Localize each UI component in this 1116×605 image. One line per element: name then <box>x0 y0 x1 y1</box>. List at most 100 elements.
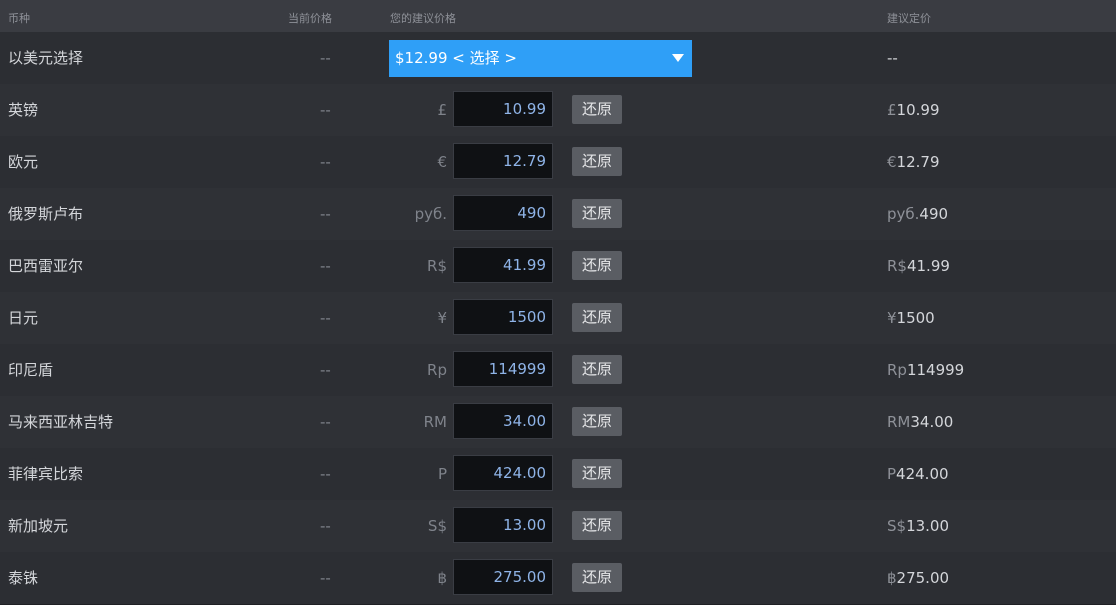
final-currency-symbol: ¥ <box>887 309 897 327</box>
current-price: -- <box>320 101 331 119</box>
final-price: -- <box>887 49 898 67</box>
currency-symbol: € <box>437 153 447 171</box>
reset-button[interactable]: 还原 <box>572 355 622 384</box>
triangle-down-icon <box>672 54 684 62</box>
currency-symbol: ฿ <box>437 569 447 587</box>
currency-name: 新加坡元 <box>8 517 69 535</box>
table-row: 英镑 -- £10.99 还原 £10.99 <box>0 84 1116 137</box>
current-price: -- <box>320 413 331 431</box>
currency-name: 印尼盾 <box>8 361 54 379</box>
final-price: P424.00 <box>887 448 949 500</box>
currency-name: 马来西亚林吉特 <box>8 413 114 431</box>
current-price: -- <box>320 205 331 223</box>
currency-name: 菲律宾比索 <box>8 465 84 483</box>
current-price: -- <box>320 257 331 275</box>
final-price-value: 10.99 <box>896 101 940 119</box>
final-currency-symbol: R$ <box>887 257 907 275</box>
current-price: -- <box>320 309 331 327</box>
current-price: -- <box>320 153 331 171</box>
price-input[interactable]: 1500 <box>453 299 553 335</box>
reset-button[interactable]: 还原 <box>572 563 622 592</box>
table-row: 泰铢 -- ฿ 275.00 还原 ฿275.00 <box>0 552 1116 605</box>
reset-button[interactable]: 还原 <box>572 95 622 124</box>
price-table: 以美元选择 -- $12.99 < 选择 > -- 英镑 -- £10.99 还原 £1… <box>0 32 1116 605</box>
reset-button[interactable]: 还原 <box>572 199 622 228</box>
final-price-value: 34.00 <box>910 413 954 431</box>
price-input[interactable]: 114999 <box>453 351 553 387</box>
usd-price-dropdown[interactable]: $12.99 < 选择 > <box>389 40 692 77</box>
final-price: ¥1500 <box>887 292 935 344</box>
final-price-value: 114999 <box>906 361 965 379</box>
currency-name: 日元 <box>8 309 39 327</box>
final-price-value: 1500 <box>896 309 935 327</box>
final-price: S$13.00 <box>887 500 949 552</box>
currency-symbol: руб. <box>414 205 447 223</box>
table-row: 日元 -- ¥1500 还原 ¥1500 <box>0 292 1116 345</box>
final-currency-symbol: S$ <box>887 517 907 535</box>
reset-button[interactable]: 还原 <box>572 147 622 176</box>
final-price-value: 13.00 <box>906 517 950 535</box>
currency-symbol: ¥ <box>437 309 447 327</box>
final-currency-symbol: € <box>887 153 897 171</box>
price-input[interactable]: 424.00 <box>453 455 553 491</box>
price-input[interactable]: 12.79 <box>453 143 553 179</box>
final-price-value: 490 <box>919 205 949 223</box>
header-your-suggested-price: 您的建议价格 <box>390 12 456 25</box>
usd-row: 以美元选择 -- $12.99 < 选择 > -- <box>0 32 1116 85</box>
final-price-value: 275.00 <box>896 569 950 587</box>
currency-name: 泰铢 <box>8 569 39 587</box>
table-row: 欧元 -- €12.79 还原 €12.79 <box>0 136 1116 189</box>
table-header: 币种 当前价格 您的建议价格 建议定价 <box>0 0 1116 32</box>
table-row: 印尼盾 -- Rp 114999 还原 Rp114999 <box>0 344 1116 397</box>
price-input[interactable]: 275.00 <box>453 559 553 595</box>
price-input[interactable]: 490 <box>453 195 553 231</box>
reset-button[interactable]: 还原 <box>572 511 622 540</box>
table-row: 菲律宾比索 -- P 424.00 还原 P424.00 <box>0 448 1116 501</box>
currency-symbol: R$ <box>427 257 447 275</box>
current-price: -- <box>320 465 331 483</box>
currency-symbol: S$ <box>427 517 447 535</box>
final-price: £10.99 <box>887 84 940 136</box>
final-price: RM34.00 <box>887 396 953 448</box>
current-price: -- <box>320 517 331 535</box>
price-input[interactable]: 10.99 <box>453 91 553 127</box>
final-price: €12.79 <box>887 136 940 188</box>
current-price: -- <box>320 569 331 587</box>
currency-name: 巴西雷亚尔 <box>8 257 84 275</box>
table-row: 马来西亚林吉特 -- RM 34.00 还原 RM34.00 <box>0 396 1116 449</box>
final-currency-symbol: £ <box>887 101 897 119</box>
final-price: ฿275.00 <box>887 552 949 604</box>
header-currency: 币种 <box>8 12 30 25</box>
currency-name: 欧元 <box>8 153 39 171</box>
final-currency-symbol: P <box>887 465 897 483</box>
currency-name: 英镑 <box>8 101 39 119</box>
price-input[interactable]: 13.00 <box>453 507 553 543</box>
dropdown-value: $12.99 < 选择 > <box>395 49 517 67</box>
final-price: R$41.99 <box>887 240 950 292</box>
reset-button[interactable]: 还原 <box>572 459 622 488</box>
current-price: -- <box>320 49 331 67</box>
price-input[interactable]: 41.99 <box>453 247 553 283</box>
reset-button[interactable]: 还原 <box>572 251 622 280</box>
final-price-value: 12.79 <box>896 153 940 171</box>
final-price-value: 41.99 <box>906 257 950 275</box>
reset-button[interactable]: 还原 <box>572 303 622 332</box>
final-currency-symbol: руб. <box>887 205 920 223</box>
table-row: 新加坡元 -- S$ 13.00 还原 S$13.00 <box>0 500 1116 553</box>
final-price-value: 424.00 <box>896 465 949 483</box>
final-price: руб.490 <box>887 188 948 240</box>
currency-symbol: £ <box>437 101 447 119</box>
currency-symbol: RM <box>423 413 447 431</box>
currency-name: 以美元选择 <box>8 49 84 67</box>
currency-symbol: P <box>437 465 447 483</box>
table-row: 巴西雷亚尔 -- R$ 41.99 还原 R$41.99 <box>0 240 1116 293</box>
table-row: 俄罗斯卢布 -- руб. 490 还原 руб.490 <box>0 188 1116 241</box>
final-currency-symbol: Rp <box>887 361 907 379</box>
reset-button[interactable]: 还原 <box>572 407 622 436</box>
price-input[interactable]: 34.00 <box>453 403 553 439</box>
header-suggested-final-price: 建议定价 <box>887 12 931 25</box>
final-currency-symbol: ฿ <box>887 569 897 587</box>
final-price: Rp114999 <box>887 344 964 396</box>
currency-name: 俄罗斯卢布 <box>8 205 84 223</box>
current-price: -- <box>320 361 331 379</box>
